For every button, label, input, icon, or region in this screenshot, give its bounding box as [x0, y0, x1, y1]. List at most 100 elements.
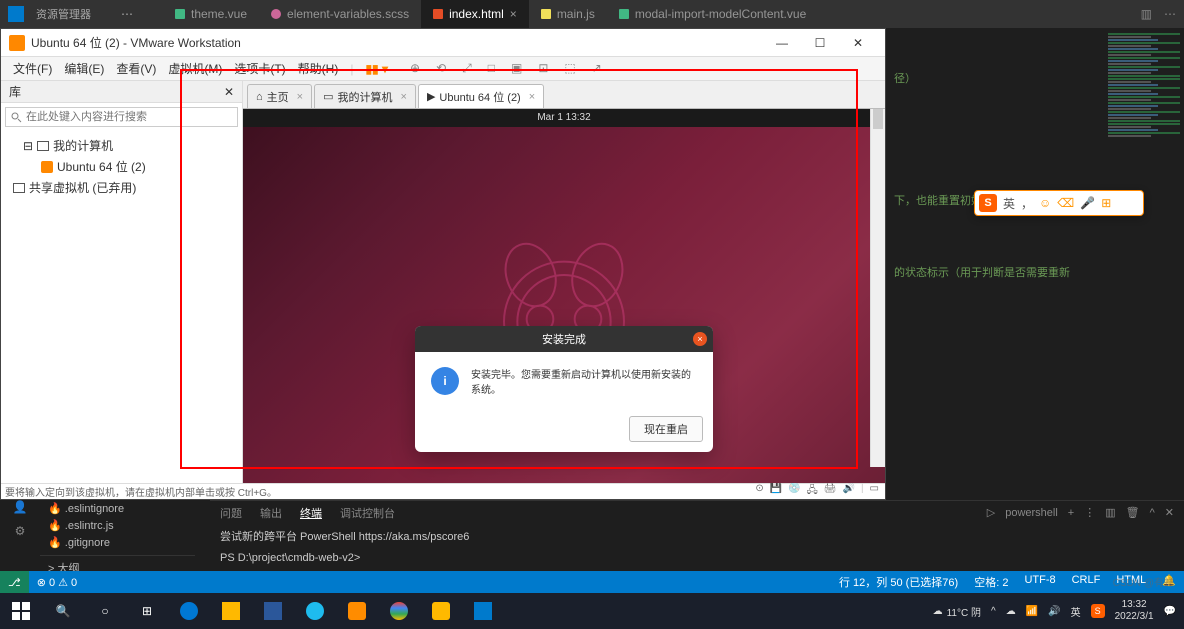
eraser-icon[interactable]: ⌫: [1057, 196, 1074, 210]
vm-console[interactable]: Mar 1 13:32 安装完成 ×: [243, 109, 885, 483]
tree-shared-vms[interactable]: 共享虚拟机 (已弃用): [9, 177, 234, 198]
explorer-button[interactable]: [210, 593, 252, 629]
chevron-up-icon[interactable]: ^: [1150, 507, 1155, 519]
tray-notifications-icon[interactable]: 💬: [1164, 606, 1176, 617]
new-terminal-icon[interactable]: +: [1068, 507, 1074, 519]
status-cursor[interactable]: 行 12，列 50 (已选择76): [831, 574, 966, 590]
device-icon[interactable]: 🔊: [842, 483, 854, 500]
tray-ime-icon[interactable]: 英: [1071, 604, 1081, 619]
device-icon[interactable]: 💿: [788, 483, 800, 500]
apps-icon[interactable]: ⊞: [1101, 196, 1111, 210]
vmware-titlebar[interactable]: Ubuntu 64 位 (2) - VMware Workstation — ☐…: [1, 29, 885, 57]
taskview-button[interactable]: ⊞: [126, 593, 168, 629]
tab-main-js[interactable]: main.js: [529, 0, 607, 28]
split-terminal-icon[interactable]: ⋮: [1084, 506, 1095, 519]
vmware-button[interactable]: [336, 593, 378, 629]
menu-help[interactable]: 帮助(H): [294, 58, 343, 79]
dialog-titlebar[interactable]: 安装完成 ×: [415, 326, 713, 352]
close-icon[interactable]: ×: [510, 7, 517, 21]
toolbar-icon[interactable]: ⊡: [534, 59, 552, 78]
split-icon[interactable]: ▥: [1141, 7, 1152, 21]
ie-button[interactable]: [294, 593, 336, 629]
terminal-shell-name[interactable]: powershell: [1005, 507, 1058, 519]
emoji-icon[interactable]: ☺: [1039, 196, 1051, 210]
vscode-button[interactable]: [462, 593, 504, 629]
close-icon[interactable]: ×: [693, 332, 707, 346]
toolbar-icon[interactable]: ▣: [507, 59, 526, 78]
toolbar-icon[interactable]: ⤢: [458, 59, 476, 78]
terminal-shell-icon[interactable]: ▷: [987, 506, 995, 519]
status-errors[interactable]: ⊗ 0 ⚠ 0: [29, 576, 85, 589]
file-item[interactable]: 🔥 .gitignore: [40, 534, 195, 551]
status-encoding[interactable]: UTF-8: [1016, 574, 1063, 590]
more-icon[interactable]: ⋯: [1164, 7, 1176, 21]
panel-tab-output[interactable]: 输出: [260, 505, 282, 520]
tray-onedrive-icon[interactable]: ☁: [1006, 606, 1016, 617]
account-icon[interactable]: 👤: [13, 500, 28, 514]
restart-now-button[interactable]: 现在重启: [629, 416, 703, 442]
tree-my-computer[interactable]: ⊟ 我的计算机: [9, 135, 234, 156]
terminal[interactable]: 尝试新的跨平台 PowerShell https://aka.ms/pscore…: [210, 524, 1184, 576]
settings-icon[interactable]: ⚙: [15, 524, 26, 538]
panel-tab-problems[interactable]: 问题: [220, 505, 242, 520]
tray-chevron-icon[interactable]: ^: [991, 606, 996, 617]
menu-vm[interactable]: 虚拟机(M): [164, 58, 226, 79]
trash-icon[interactable]: 🗑: [1126, 506, 1140, 519]
app-button[interactable]: [252, 593, 294, 629]
menu-view[interactable]: 查看(V): [112, 58, 160, 79]
cortana-button[interactable]: ○: [84, 593, 126, 629]
close-icon[interactable]: ×: [401, 91, 407, 103]
more-icon[interactable]: ⋯: [121, 7, 133, 21]
toolbar-icon[interactable]: ⊕: [406, 59, 424, 78]
tab-index-html[interactable]: index.html×: [421, 0, 529, 28]
tray-volume-icon[interactable]: 🔊: [1048, 606, 1060, 617]
weather-widget[interactable]: ☁ 11°C 阴: [933, 604, 981, 619]
close-icon[interactable]: ×: [529, 91, 535, 103]
mic-icon[interactable]: 🎤: [1080, 196, 1095, 210]
menu-tabs[interactable]: 选项卡(T): [230, 58, 289, 79]
ime-toolbar[interactable]: S 英 ， ☺ ⌫ 🎤 ⊞: [974, 190, 1144, 216]
vm-tab-mypc[interactable]: ▭ 我的计算机×: [314, 84, 416, 108]
start-button[interactable]: [0, 593, 42, 629]
status-eol[interactable]: CRLF: [1064, 574, 1109, 590]
menu-file[interactable]: 文件(F): [9, 58, 56, 79]
ime-punct[interactable]: ，: [1021, 195, 1033, 212]
edge-button[interactable]: [168, 593, 210, 629]
split-icon[interactable]: ▥: [1105, 506, 1115, 519]
close-icon[interactable]: ×: [297, 91, 303, 103]
device-icon[interactable]: ▭: [870, 483, 879, 500]
ime-lang[interactable]: 英: [1003, 195, 1015, 212]
vm-scrollbar[interactable]: [870, 109, 885, 467]
remote-indicator[interactable]: ⎇: [0, 571, 29, 593]
tray-clock[interactable]: 13:32 2022/3/1: [1115, 599, 1154, 623]
device-icon[interactable]: ⊙: [755, 483, 763, 500]
status-spaces[interactable]: 空格: 2: [966, 574, 1016, 590]
panel-tab-debug[interactable]: 调试控制台: [340, 505, 395, 520]
vm-tab-ubuntu[interactable]: ▶ Ubuntu 64 位 (2)×: [418, 84, 544, 108]
toolbar-icon[interactable]: ↗: [588, 59, 606, 78]
close-button[interactable]: ✕: [839, 30, 877, 56]
tray-sogou-icon[interactable]: S: [1091, 604, 1105, 618]
explorer-label[interactable]: 资源管理器: [36, 6, 91, 22]
tray-network-icon[interactable]: 📶: [1026, 606, 1038, 617]
sogou-icon[interactable]: S: [979, 194, 997, 212]
tab-theme-vue[interactable]: theme.vue: [163, 0, 259, 28]
maximize-button[interactable]: ☐: [801, 30, 839, 56]
minimap[interactable]: [1104, 28, 1184, 470]
search-button[interactable]: 🔍: [42, 593, 84, 629]
toolbar-icon[interactable]: ⬚: [560, 59, 579, 78]
tree-ubuntu-vm[interactable]: Ubuntu 64 位 (2): [9, 156, 234, 177]
tab-element-variables[interactable]: element-variables.scss: [259, 0, 421, 28]
close-icon[interactable]: ✕: [1165, 506, 1174, 519]
search-input[interactable]: [5, 107, 238, 127]
scroll-thumb[interactable]: [873, 109, 883, 129]
device-icon[interactable]: 💾: [770, 483, 782, 500]
app-button[interactable]: [420, 593, 462, 629]
chrome-button[interactable]: [378, 593, 420, 629]
file-item[interactable]: 🔥 .eslintrc.js: [40, 517, 195, 534]
device-icon[interactable]: 🖨: [824, 483, 837, 500]
menu-edit[interactable]: 编辑(E): [60, 58, 108, 79]
tab-modal-import[interactable]: modal-import-modelContent.vue: [607, 0, 818, 28]
toolbar-icon[interactable]: ⟲: [432, 59, 450, 78]
file-item[interactable]: 🔥 .eslintignore: [40, 500, 195, 517]
